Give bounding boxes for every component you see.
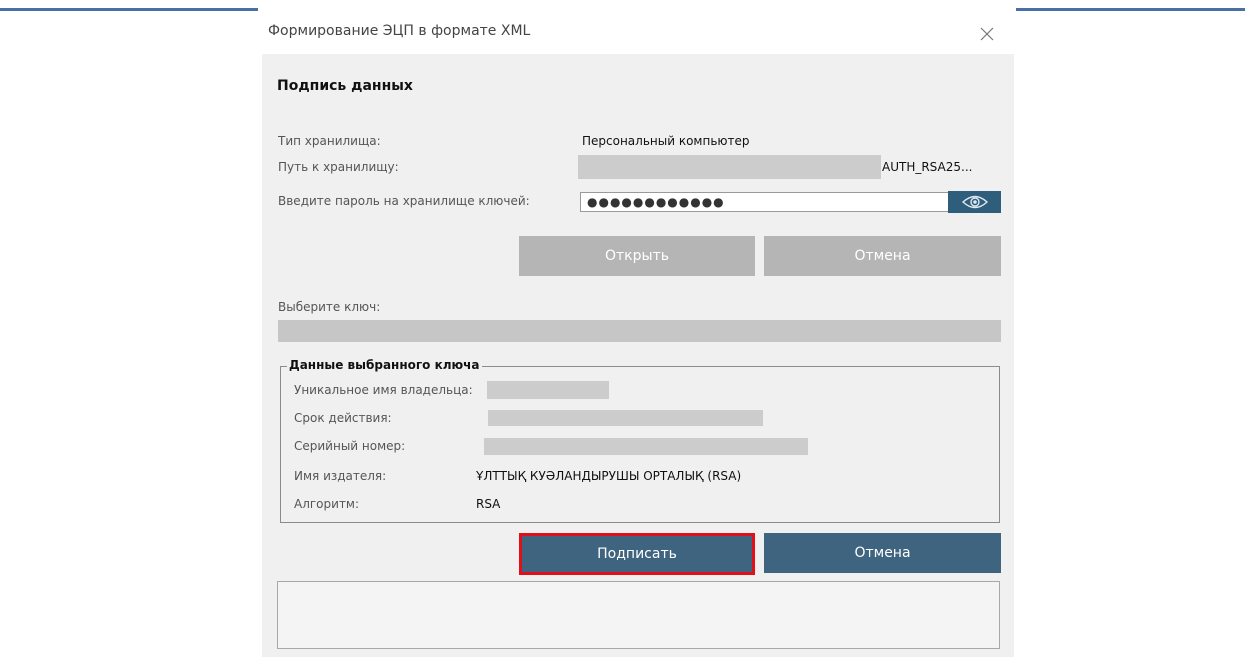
close-icon <box>980 27 994 41</box>
sign-dialog: Формирование ЭЦП в формате XML Подпись д… <box>262 14 1014 657</box>
cancel-top-button[interactable]: Отмена <box>764 236 1001 276</box>
dialog-title: Формирование ЭЦП в формате XML <box>268 23 531 39</box>
eye-icon <box>961 195 988 209</box>
storage-path-value: AUTH_RSA25... <box>882 160 973 174</box>
validity-label: Срок действия: <box>294 411 392 425</box>
validity-value-redacted <box>488 410 763 426</box>
serial-label: Серийный номер: <box>294 439 406 453</box>
storage-type-value: Персональный компьютер <box>582 134 750 148</box>
key-details-title: Данные выбранного ключа <box>287 358 482 372</box>
section-title: Подпись данных <box>277 78 413 94</box>
storage-type-label: Тип хранилища: <box>278 134 381 148</box>
issuer-value: ҰЛТТЫҚ КУӘЛАНДЫРУШЫ ОРТАЛЫҚ (RSA) <box>476 469 742 483</box>
owner-value-redacted <box>487 381 609 399</box>
open-button[interactable]: Открыть <box>519 236 755 276</box>
key-select[interactable] <box>278 320 1001 342</box>
owner-label: Уникальное имя владельца: <box>294 383 473 397</box>
close-button[interactable] <box>972 20 1002 48</box>
top-border-line-right <box>1016 8 1245 11</box>
serial-value-redacted <box>484 438 808 455</box>
dialog-titlebar: Формирование ЭЦП в формате XML <box>262 14 1014 54</box>
storage-path-label: Путь к хранилищу: <box>278 160 399 174</box>
algorithm-value: RSA <box>476 497 501 511</box>
status-box <box>277 581 1000 649</box>
show-password-button[interactable] <box>948 191 1001 213</box>
password-label: Введите пароль на хранилище ключей: <box>278 194 530 208</box>
cancel-bottom-button[interactable]: Отмена <box>764 533 1001 573</box>
issuer-label: Имя издателя: <box>294 469 387 483</box>
algorithm-label: Алгоритм: <box>294 497 360 511</box>
password-input[interactable]: ●●●●●●●●●●●● <box>580 192 950 212</box>
storage-path-redacted <box>578 155 881 179</box>
top-border-line-left <box>0 8 258 11</box>
select-key-label: Выберите ключ: <box>278 300 381 314</box>
sign-button[interactable]: Подписать <box>522 536 752 572</box>
